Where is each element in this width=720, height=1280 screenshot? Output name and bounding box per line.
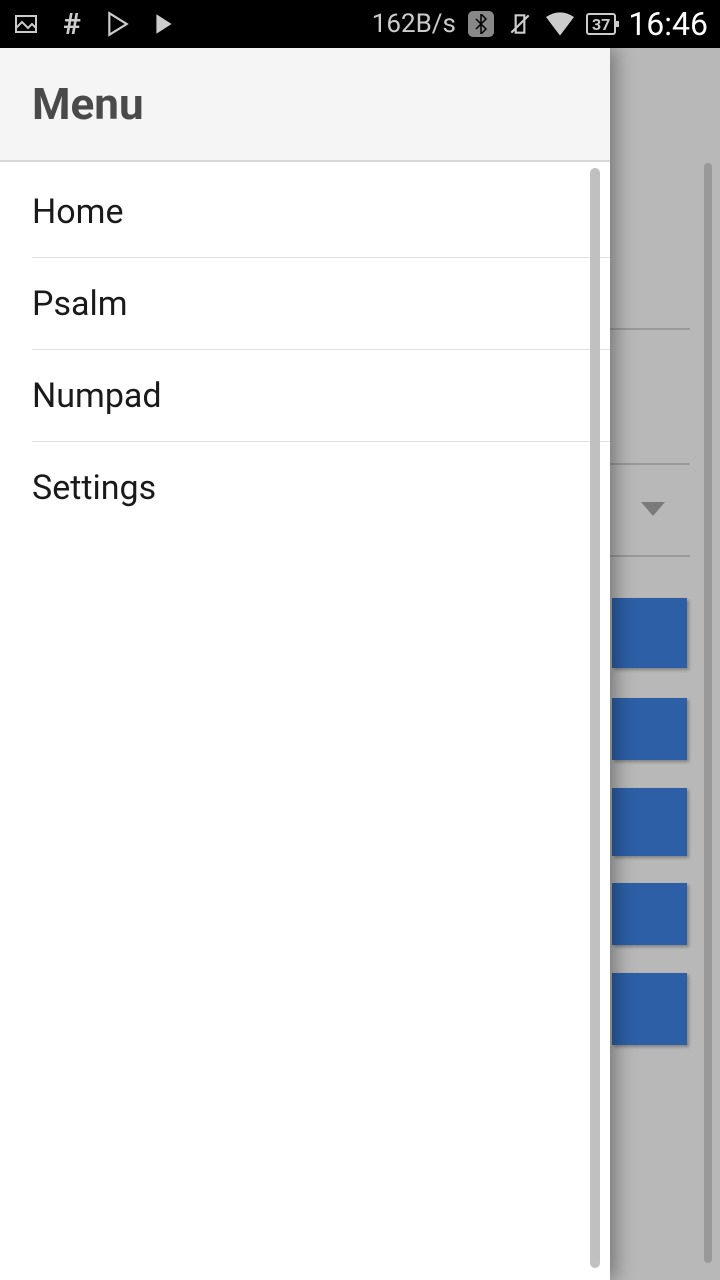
grid-tile[interactable]	[612, 788, 687, 856]
play-icon	[150, 10, 178, 38]
menu-item-home[interactable]: Home	[32, 166, 610, 258]
data-rate: 162B/s	[372, 9, 456, 39]
menu-item-settings[interactable]: Settings	[32, 442, 610, 534]
clock: 16:46	[628, 5, 708, 43]
vibrate-icon	[506, 10, 534, 38]
wifi-icon	[546, 10, 574, 38]
grid-tile[interactable]	[612, 883, 687, 945]
bluetooth-icon	[468, 11, 494, 37]
grid-tile[interactable]	[612, 698, 687, 760]
grid-tile[interactable]	[612, 598, 687, 668]
grid-tile[interactable]	[612, 973, 687, 1045]
image-icon	[12, 10, 40, 38]
scrollbar[interactable]	[590, 168, 600, 1268]
menu-item-psalm[interactable]: Psalm	[32, 258, 610, 350]
scrollbar[interactable]	[704, 163, 712, 1263]
drawer-list: Home Psalm Numpad Settings	[0, 162, 610, 534]
menu-item-numpad[interactable]: Numpad	[32, 350, 610, 442]
navigation-drawer: Menu Home Psalm Numpad Settings	[0, 48, 610, 1280]
play-store-icon	[104, 10, 132, 38]
drawer-header: Menu	[0, 48, 610, 162]
menu-item-label: Settings	[32, 468, 156, 508]
battery-percent: 37	[592, 15, 610, 34]
battery-icon: 37	[586, 13, 616, 35]
menu-item-label: Home	[32, 192, 124, 232]
drawer-title: Menu	[32, 78, 144, 130]
hash-icon: #	[58, 10, 86, 38]
menu-item-label: Psalm	[32, 284, 128, 324]
menu-item-label: Numpad	[32, 376, 162, 416]
status-bar: # 162B/s 37 16:46	[0, 0, 720, 48]
chevron-down-icon[interactable]	[641, 502, 665, 516]
